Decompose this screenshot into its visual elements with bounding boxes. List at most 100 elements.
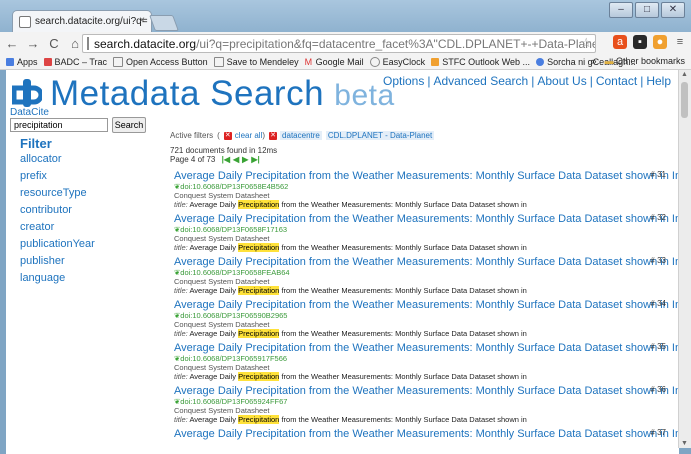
- close-tab-icon[interactable]: ×: [139, 15, 145, 26]
- result-title[interactable]: Average Daily Precipitation from the Wea…: [174, 299, 679, 311]
- close-window-icon[interactable]: ✕: [661, 2, 685, 18]
- nav-help[interactable]: Help: [646, 74, 671, 88]
- result-item: Average Daily Precipitation from the Wea…: [174, 299, 679, 338]
- other-bookmarks-folder[interactable]: ▬ Other bookmarks: [604, 56, 685, 66]
- result-source: Conquest System Datasheet: [174, 234, 270, 243]
- prev-page-icon[interactable]: ◀: [233, 155, 239, 164]
- bookmark-item[interactable]: Open Access Button: [113, 56, 208, 67]
- facet-publicationyear[interactable]: publicationYear: [20, 238, 95, 250]
- result-number: # 34: [650, 299, 666, 308]
- minimize-icon[interactable]: –: [609, 2, 633, 18]
- pager: |◀ ◀ ▶ ▶|: [222, 155, 260, 164]
- bookmark-item[interactable]: BADC – Trac: [43, 57, 107, 67]
- bookmark-item[interactable]: M Google Mail: [305, 57, 364, 67]
- extension-icon[interactable]: a: [613, 35, 627, 49]
- search-button[interactable]: Search: [112, 117, 146, 133]
- result-title[interactable]: Average Daily Precipitation from the Wea…: [174, 256, 679, 268]
- facet-contributor[interactable]: contributor: [20, 204, 72, 216]
- result-doi[interactable]: ❦doi:10.6068/DP13F0658FEAB64: [174, 268, 674, 277]
- more-bookmarks-button[interactable]: »: [591, 56, 596, 66]
- tab-title: search.datacite.org/ui?q=: [35, 16, 148, 27]
- result-doi[interactable]: ❦doi:10.6068/DP13F065924FF67: [174, 397, 674, 406]
- scroll-down-icon[interactable]: ▼: [681, 440, 688, 447]
- search-input[interactable]: [10, 118, 108, 132]
- bookmark-item[interactable]: Apps: [6, 57, 38, 67]
- forward-icon[interactable]: →: [24, 36, 42, 51]
- bookmark-item[interactable]: STFC Outlook Web ...: [431, 57, 530, 67]
- search-highlight: Precipitation: [238, 200, 280, 209]
- scroll-up-icon[interactable]: ▲: [681, 71, 688, 78]
- new-tab-button[interactable]: [149, 15, 179, 31]
- facet-creator[interactable]: creator: [20, 221, 54, 233]
- page-title: Metadata Search beta: [50, 74, 395, 113]
- result-number: # 36: [650, 385, 666, 394]
- snippet-label: title:: [174, 415, 188, 424]
- result-item: Average Daily Precipitation from the Wea…: [174, 170, 679, 209]
- bookmarks-right: » ▬ Other bookmarks: [591, 56, 685, 66]
- result-snippet: title: Average Daily Precipitation from …: [174, 200, 527, 209]
- clear-all-icon[interactable]: ✕: [223, 131, 232, 140]
- result-number: # 35: [650, 342, 666, 351]
- page-icon: [87, 37, 89, 50]
- filter-value[interactable]: CDL.DPLANET - Data-Planet: [325, 131, 435, 140]
- back-icon[interactable]: ←: [3, 36, 21, 51]
- menu-icon[interactable]: ≡: [673, 35, 687, 49]
- filter-key[interactable]: datacentre: [280, 131, 322, 140]
- page-indicator: Page 4 of 73: [170, 155, 216, 164]
- result-title[interactable]: Average Daily Precipitation from the Wea…: [174, 170, 679, 182]
- window-controls: – □ ✕: [609, 2, 685, 18]
- bookmark-item[interactable]: EasyClock: [369, 56, 425, 67]
- last-page-icon[interactable]: ▶|: [251, 155, 259, 164]
- reload-icon[interactable]: C: [45, 36, 63, 51]
- browser-tab[interactable]: search.datacite.org/ui?q= ×: [12, 10, 152, 32]
- bookmark-item[interactable]: Save to Mendeley: [213, 56, 299, 67]
- result-item: Average Daily Precipitation from the Wea…: [174, 385, 679, 424]
- clear-all-link[interactable]: clear all: [235, 131, 263, 140]
- search-highlight: Precipitation: [238, 372, 280, 381]
- scrollbar[interactable]: ▲ ▼: [678, 70, 691, 448]
- apps-icon: [6, 57, 14, 66]
- snippet-label: title:: [174, 200, 188, 209]
- url-host: search.datacite.org: [94, 36, 197, 51]
- gmail-icon: M: [304, 56, 313, 67]
- facet-prefix[interactable]: prefix: [20, 170, 47, 182]
- result-doi[interactable]: ❦doi:10.6068/DP13F0658E4B562: [174, 182, 674, 191]
- result-number: # 31: [650, 170, 666, 179]
- nav-contact[interactable]: Contact: [596, 74, 637, 88]
- facet-publisher[interactable]: publisher: [20, 255, 65, 267]
- result-doi[interactable]: ❦doi:10.6068/DP13F06590B2965: [174, 311, 674, 320]
- clock-icon: [369, 56, 380, 67]
- result-title[interactable]: Average Daily Precipitation from the Wea…: [174, 342, 679, 354]
- filter-heading: Filter: [20, 136, 52, 151]
- result-doi[interactable]: ❦doi:10.6068/DP13F065917F566: [174, 354, 674, 363]
- nav-options[interactable]: Options: [383, 74, 424, 88]
- address-bar[interactable]: search.datacite.org/ui?q=precipitation&f…: [82, 34, 596, 53]
- user-icon: [536, 57, 545, 66]
- result-doi[interactable]: ❦doi:10.6068/DP13F0658F17163: [174, 225, 674, 234]
- first-page-icon[interactable]: |◀: [222, 155, 230, 164]
- result-title[interactable]: Average Daily Precipitation from the Wea…: [174, 428, 679, 440]
- result-title[interactable]: Average Daily Precipitation from the Wea…: [174, 385, 679, 397]
- browser-window: search.datacite.org/ui?q= × – □ ✕ ← → C …: [0, 0, 691, 454]
- page-content: Metadata Search beta DataCite Options | Ad…: [6, 70, 679, 454]
- search-highlight: Precipitation: [238, 415, 280, 424]
- result-item: Average Daily Precipitation from the Wea…: [174, 342, 679, 381]
- maximize-icon[interactable]: □: [635, 2, 659, 18]
- url-path: /ui?q=precipitation&fq=datacentre_facet%…: [196, 36, 595, 51]
- nav-about-us[interactable]: About Us: [537, 74, 586, 88]
- bookmarks-bar: Apps BADC – Trac Open Access Button Save…: [0, 54, 691, 70]
- facet-language[interactable]: language: [20, 272, 65, 284]
- extension-icon[interactable]: ●: [653, 35, 667, 49]
- active-filters-label: Active filters: [170, 131, 214, 140]
- scroll-thumb[interactable]: [681, 82, 688, 118]
- nav-advanced-search[interactable]: Advanced Search: [433, 74, 528, 88]
- facet-allocator[interactable]: allocator: [20, 153, 62, 165]
- next-page-icon[interactable]: ▶: [242, 155, 248, 164]
- result-title[interactable]: Average Daily Precipitation from the Wea…: [174, 213, 679, 225]
- facet-resourcetype[interactable]: resourceType: [20, 187, 87, 199]
- remove-filter-icon[interactable]: ✕: [269, 131, 278, 140]
- extension-icon[interactable]: ▪: [633, 35, 647, 49]
- snippet-label: title:: [174, 286, 188, 295]
- bookmark-star-icon[interactable]: ☆: [580, 35, 592, 51]
- snippet-label: title:: [174, 372, 188, 381]
